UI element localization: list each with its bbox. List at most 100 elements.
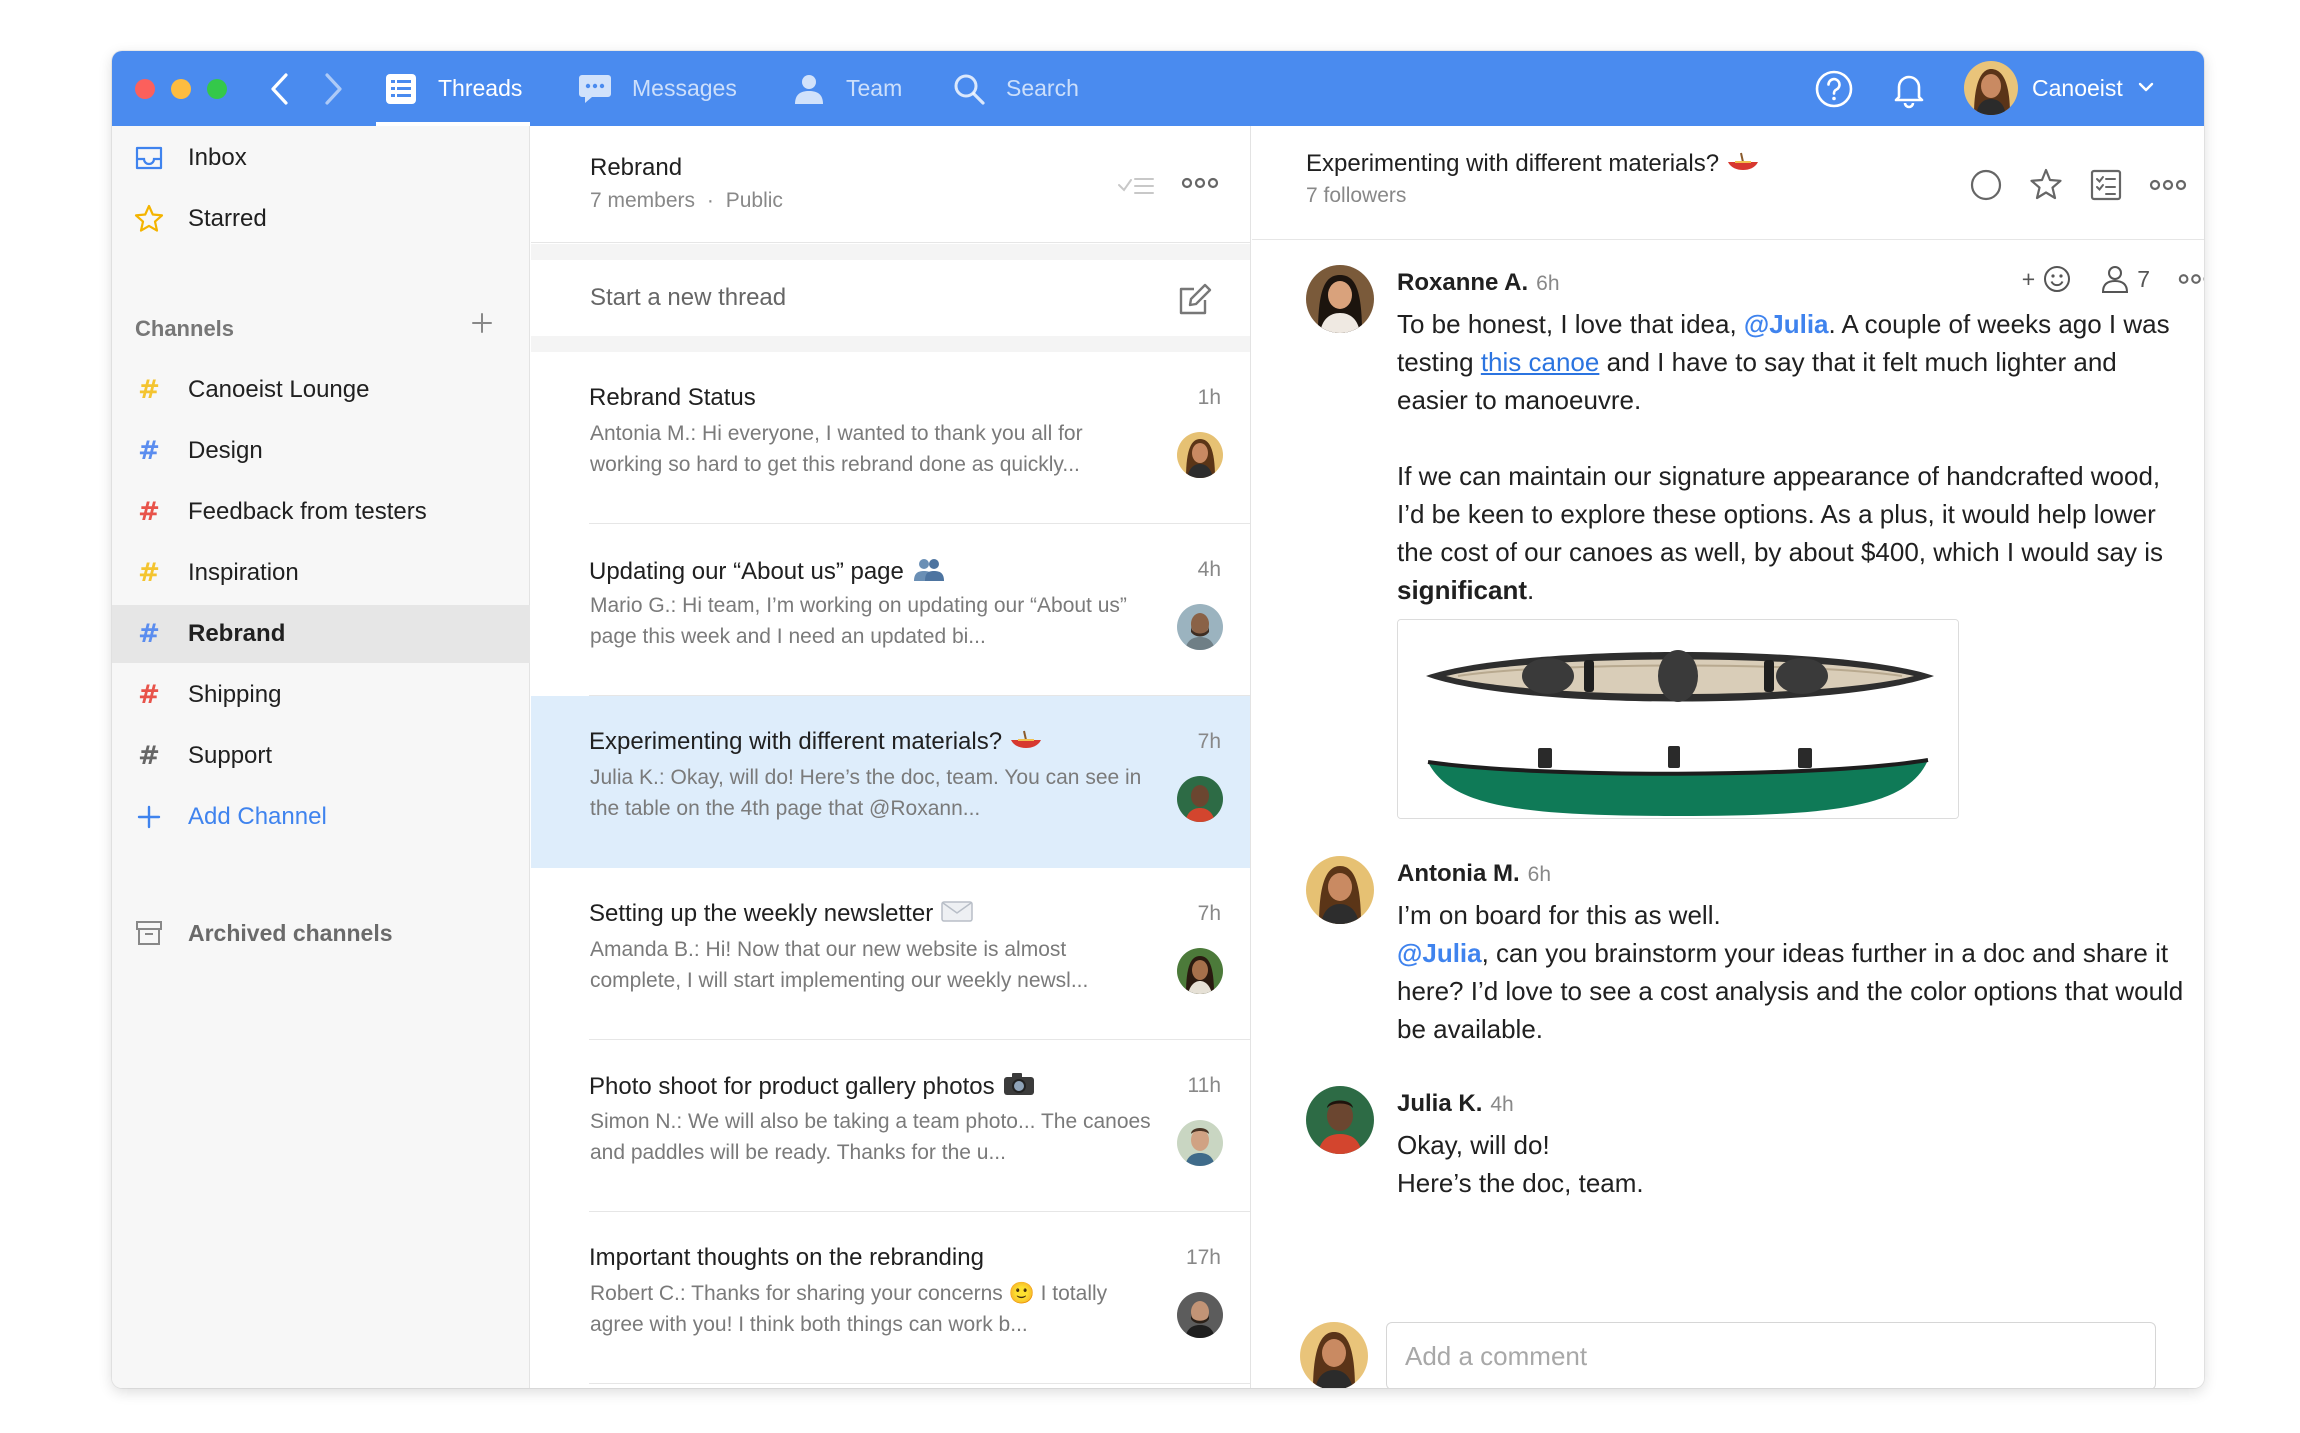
thread-preview: Simon N.: We will also be taking a team … (590, 1110, 1151, 1164)
zoom-window-button[interactable] (207, 79, 227, 99)
sidebar-item-label: Rebrand (188, 620, 286, 647)
divider (531, 244, 1250, 260)
message-bold-text: significant (1397, 575, 1528, 605)
comment-input[interactable] (1386, 1322, 2156, 1388)
message-actions: + 7 (2022, 263, 2204, 295)
smiley-icon (2044, 266, 2071, 292)
canoe-image[interactable] (1397, 619, 1959, 819)
bell-icon[interactable] (1889, 69, 1929, 109)
tab-messages[interactable]: Messages (578, 51, 737, 126)
sidebar-item-canoeist-lounge[interactable]: # Canoeist Lounge (112, 361, 530, 419)
member-count[interactable]: 7 members (590, 189, 695, 212)
sidebar-item-inbox[interactable]: Inbox (112, 129, 530, 187)
thread-item-rebrand-status[interactable]: Rebrand Status 1h Antonia M.: Hi everyon… (531, 352, 1250, 524)
hash-icon: # (138, 558, 160, 588)
thread-item-photo-shoot[interactable]: Photo shoot for product gallery photos 1… (531, 1040, 1250, 1212)
tab-threads[interactable]: Threads (375, 51, 531, 126)
thread-title-text: Photo shoot for product gallery photos (589, 1072, 995, 1100)
tab-search[interactable]: Search (952, 51, 1079, 126)
inline-link[interactable]: this canoe (1481, 347, 1600, 377)
hash-icon: # (138, 741, 160, 771)
message-author[interactable]: Antonia M. (1397, 860, 1520, 887)
sidebar-item-design[interactable]: # Design (112, 422, 530, 480)
sidebar-item-label: Inbox (188, 144, 247, 171)
thread-time: 7h (1197, 730, 1221, 753)
more-options-icon[interactable] (2147, 166, 2189, 204)
inbox-icon (132, 141, 166, 175)
message-text: To be honest, I love that idea, (1397, 309, 1744, 339)
mention-link[interactable]: @Julia (1397, 938, 1482, 968)
plus-icon (132, 800, 166, 834)
channel-visibility: Public (725, 189, 783, 212)
message-time: 6h (1527, 863, 1552, 886)
add-channel-plus-icon[interactable] (467, 308, 497, 338)
canoe-emoji-icon (1010, 728, 1042, 757)
thread-time: 1h (1197, 386, 1221, 409)
mention-link[interactable]: @Julia (1744, 309, 1829, 339)
thread-preview: Antonia M.: Hi everyone, I wanted to tha… (590, 422, 1083, 476)
message-text: Okay, will do! (1397, 1130, 1550, 1160)
message-author[interactable]: Julia K. (1397, 1090, 1482, 1117)
avatar (1177, 1292, 1223, 1338)
thread-item-important-thoughts[interactable]: Important thoughts on the rebranding 17h… (531, 1212, 1250, 1384)
message-text: I’m on board for this as well. (1397, 900, 1721, 930)
message-body: To be honest, I love that idea, @Julia. … (1397, 305, 2187, 609)
checklist-icon[interactable] (2087, 166, 2125, 204)
conversation-header: Experimenting with different materials? … (1252, 126, 2204, 240)
sidebar-item-feedback-from-testers[interactable]: # Feedback from testers (112, 483, 530, 541)
sidebar: Inbox Starred Channels # Canoeist Lounge… (112, 126, 530, 1388)
close-window-button[interactable] (135, 79, 155, 99)
star-icon[interactable] (2027, 166, 2065, 204)
user-menu[interactable]: Canoeist (1964, 61, 2155, 115)
sidebar-item-label: Feedback from testers (188, 498, 427, 525)
thread-item-about-us[interactable]: Updating our “About us” page 4h Mario G.… (531, 524, 1250, 696)
minimize-window-button[interactable] (171, 79, 191, 99)
sidebar-item-starred[interactable]: Starred (112, 190, 530, 248)
conversation-title-text: Experimenting with different materials? (1306, 150, 1720, 177)
forward-arrow-icon[interactable] (315, 69, 351, 109)
avatar (1177, 948, 1223, 994)
comment-bar (1300, 1322, 2160, 1388)
mark-done-circle-icon[interactable] (1967, 166, 2005, 204)
message-follower-count: 7 (2137, 265, 2150, 292)
sidebar-item-rebrand[interactable]: # Rebrand (112, 605, 530, 663)
new-thread-composer[interactable]: Start a new thread (531, 260, 1250, 336)
sidebar-item-archived-channels[interactable]: Archived channels (112, 904, 530, 962)
message-header: Antonia M. 6h (1397, 860, 1551, 888)
thread-item-experimenting-materials[interactable]: Experimenting with different materials? … (531, 696, 1250, 868)
divider (531, 336, 1250, 352)
avatar (1177, 604, 1223, 650)
conversation-title: Experimenting with different materials? (1306, 150, 1759, 179)
help-icon[interactable] (1814, 69, 1854, 109)
tab-team[interactable]: Team (792, 51, 902, 126)
message-text: If we can maintain our signature appeara… (1397, 461, 2163, 567)
sidebar-item-shipping[interactable]: # Shipping (112, 666, 530, 724)
follower-count[interactable]: 7 followers (1306, 184, 1406, 208)
back-arrow-icon[interactable] (262, 69, 298, 109)
message-time: 4h (1490, 1093, 1514, 1116)
message-body: I’m on board for this as well. @Julia, c… (1397, 896, 2187, 1048)
message-header: Julia K. 4h (1397, 1090, 1514, 1118)
message-followers-button[interactable]: 7 (2099, 263, 2150, 295)
envelope-emoji-icon (941, 900, 973, 929)
more-options-icon[interactable] (1179, 168, 1221, 198)
thread-list: Rebrand 7 members · Public Start a new t… (531, 126, 1251, 1388)
tab-search-label: Search (1006, 75, 1079, 101)
camera-emoji-icon (1003, 1072, 1035, 1103)
thread-title: Updating our “About us” page (589, 556, 946, 589)
thread-title: Important thoughts on the rebranding (589, 1244, 984, 1271)
message-more-icon[interactable] (2176, 263, 2204, 295)
compose-icon[interactable] (1175, 280, 1215, 320)
sidebar-item-label: Support (188, 742, 273, 769)
sidebar-item-support[interactable]: # Support (112, 727, 530, 785)
hash-icon: # (138, 680, 160, 710)
thread-item-weekly-newsletter[interactable]: Setting up the weekly newsletter 7h Aman… (531, 868, 1250, 1040)
avatar (1306, 856, 1374, 924)
message-author[interactable]: Roxanne A. (1397, 269, 1528, 296)
mark-all-read-icon[interactable] (1117, 170, 1155, 200)
add-channel-button[interactable]: Add Channel (112, 788, 530, 846)
thread-preview: Mario G.: Hi team, I’m working on updati… (590, 594, 1127, 648)
add-reaction-button[interactable]: + (2022, 263, 2073, 295)
sidebar-item-inspiration[interactable]: # Inspiration (112, 544, 530, 602)
divider (589, 1383, 1250, 1384)
